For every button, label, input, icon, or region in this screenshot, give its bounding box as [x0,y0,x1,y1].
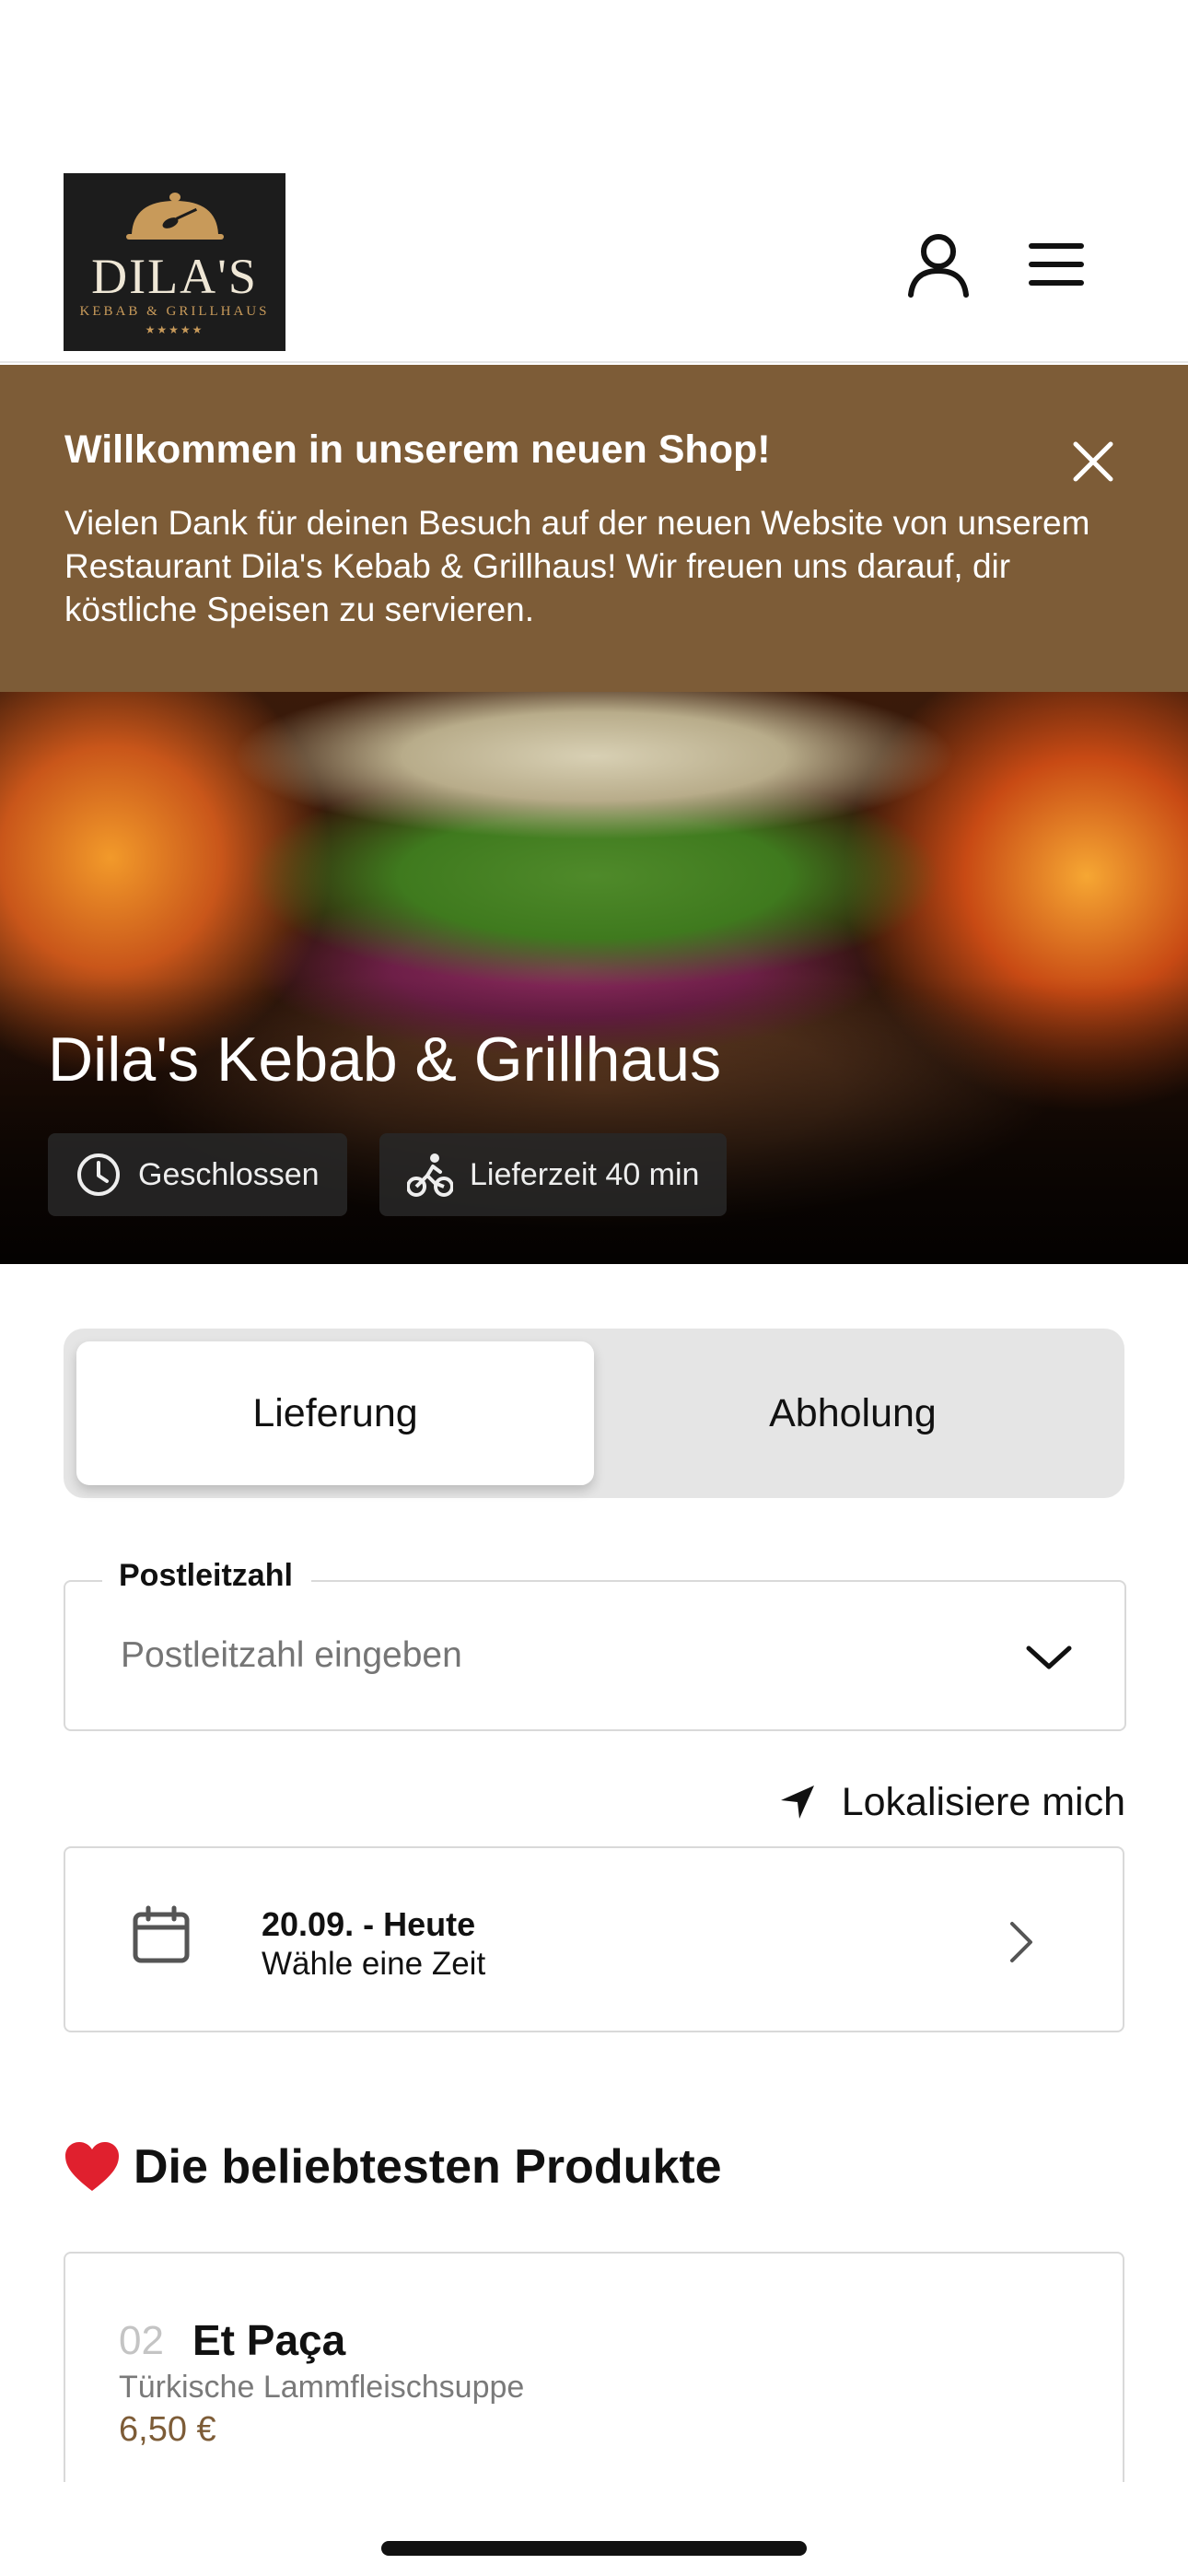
home-indicator[interactable] [381,2541,807,2556]
heart-icon [65,2142,119,2191]
status-badge: Geschlossen [48,1133,347,1216]
product-name: Et Paça [192,2316,346,2364]
time-picker-date: 20.09. - Heute [262,1905,476,1943]
bike-courier-icon [407,1153,453,1197]
postcode-field[interactable]: Postleitzahl [64,1558,1126,1731]
logo-subtitle: KEBAB & GRILLHAUS [79,304,270,319]
clock-icon [77,1153,120,1196]
status-text: Geschlossen [138,1156,320,1192]
bottom-safe-area [0,2482,1188,2576]
calendar-icon [133,1905,190,1963]
time-picker[interactable]: 20.09. - Heute Wähle eine Zeit [64,1846,1124,2032]
restaurant-title: Dila's Kebab & Grillhaus [48,1025,722,1095]
chevron-right-icon[interactable] [1007,1920,1034,1964]
locate-me-label: Lokalisiere mich [841,1779,1125,1824]
user-icon[interactable] [901,227,976,302]
locate-me-button[interactable]: Lokalisiere mich [755,1774,1125,1830]
postcode-input[interactable] [121,1635,949,1676]
hamburger-menu-icon[interactable] [1026,234,1087,295]
hero-banner: Dila's Kebab & Grillhaus Geschlossen Lie… [0,692,1188,1264]
site-header: DILA'S KEBAB & GRILLHAUS ★★★★★ [0,173,1188,363]
product-number: 02 [119,2318,164,2363]
postcode-label: Postleitzahl [102,1558,311,1594]
popular-products-title: Die beliebtesten Produkte [134,2140,722,2194]
restaurant-logo[interactable]: DILA'S KEBAB & GRILLHAUS ★★★★★ [64,173,285,351]
welcome-text: Vielen Dank für deinen Besuch auf der ne… [64,504,1090,628]
delivery-time-text: Lieferzeit 40 min [470,1156,700,1192]
chevron-down-icon[interactable] [1023,1639,1075,1676]
product-price: 6,50 € [119,2410,216,2449]
welcome-banner: Willkommen in unserem neuen Shop! Vielen… [0,365,1188,692]
time-picker-prompt: Wähle eine Zeit [262,1946,486,1982]
welcome-title: Willkommen in unserem neuen Shop! [64,427,771,472]
close-icon[interactable] [1066,435,1120,488]
tab-lieferung[interactable]: Lieferung [76,1341,594,1485]
product-description: Türkische Lammfleischsuppe [119,2370,525,2405]
order-type-toggle: Lieferung Abholung [64,1329,1124,1498]
location-arrow-icon [780,1786,814,1819]
logo-name: DILA'S [91,249,258,304]
cloche-icon [125,193,224,240]
popular-products-heading: Die beliebtesten Produkte [64,2139,722,2195]
status-bar-space [0,0,1188,173]
logo-stars: ★★★★★ [145,323,204,336]
tab-abholung[interactable]: Abholung [594,1341,1112,1485]
delivery-time-badge: Lieferzeit 40 min [379,1133,728,1216]
